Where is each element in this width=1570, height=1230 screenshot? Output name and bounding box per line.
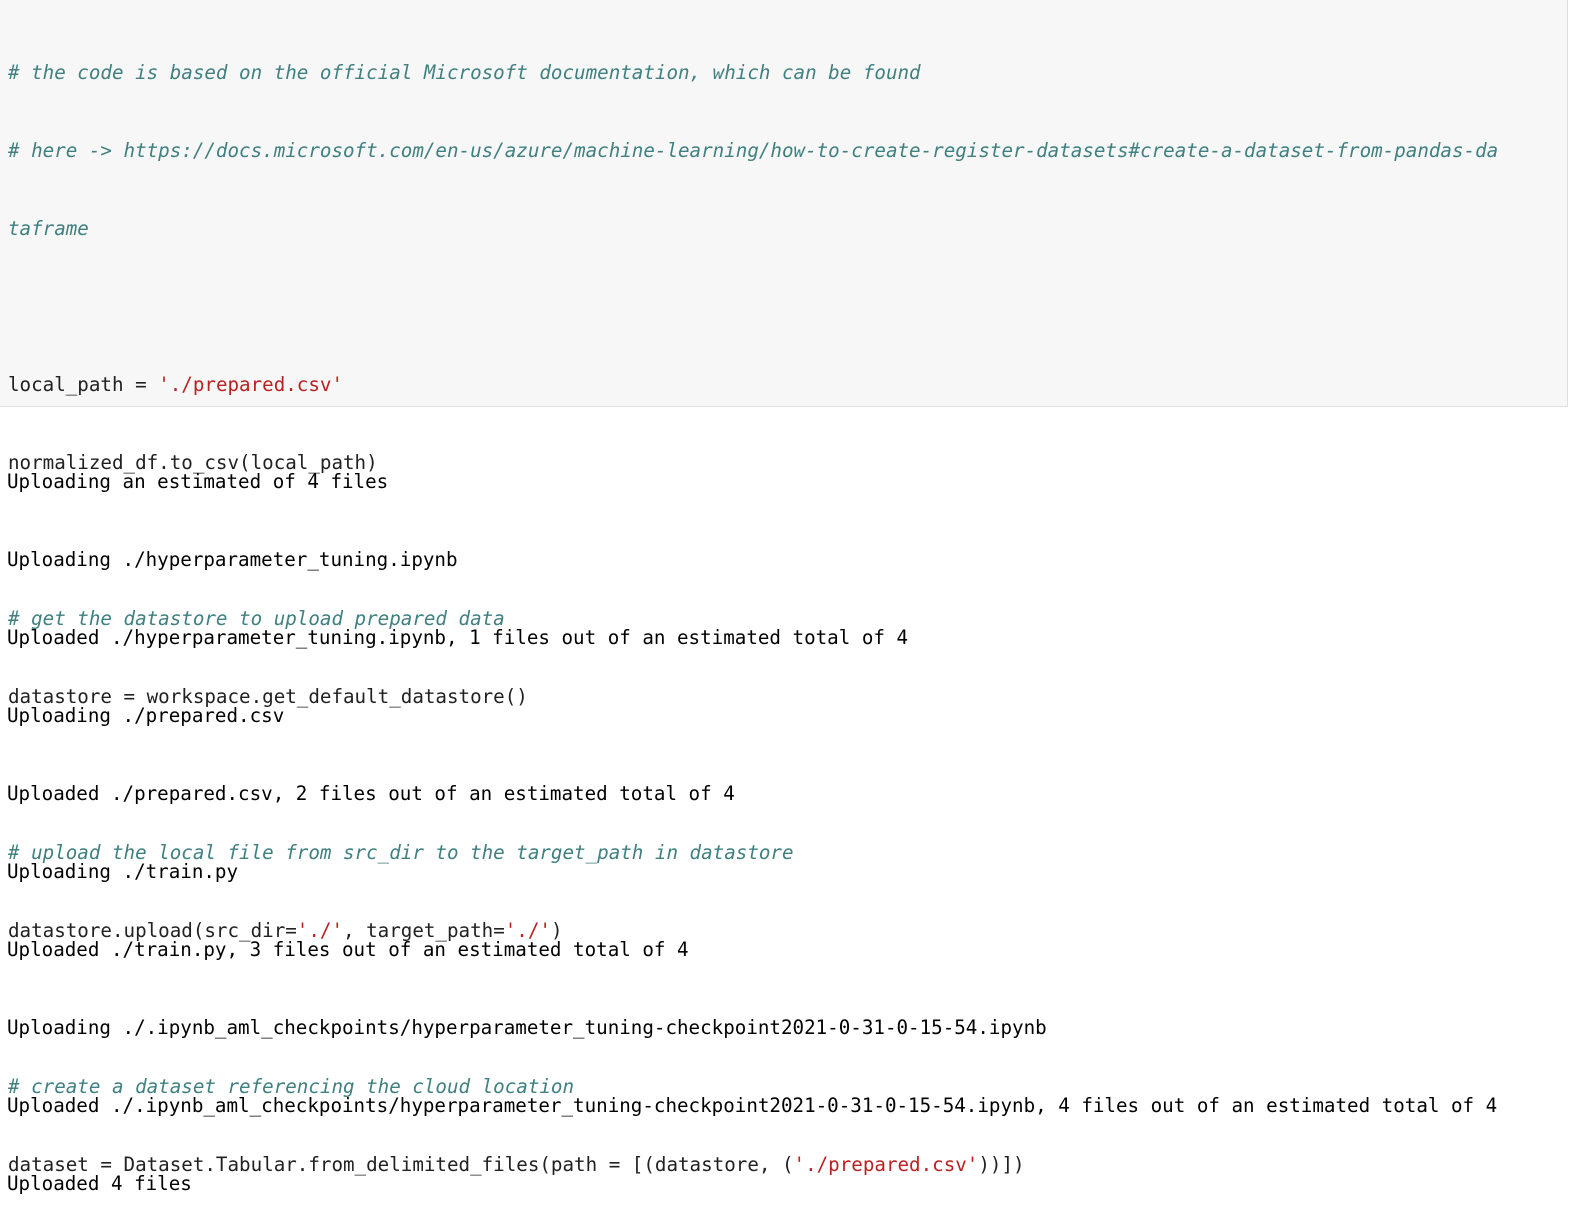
output-line: Uploading ./prepared.csv xyxy=(7,704,285,727)
output-line: Uploading ./.ipynb_aml_checkpoints/hyper… xyxy=(7,1016,1047,1039)
string-literal: './prepared.csv' xyxy=(158,373,344,396)
output-line: Uploading an estimated of 4 files xyxy=(7,470,389,493)
output-line: Uploaded 4 files xyxy=(7,1172,192,1195)
code-comment-line: # the code is based on the official Micr… xyxy=(8,61,921,84)
output-line: Uploaded ./hyperparameter_tuning.ipynb, … xyxy=(7,626,909,649)
cell-output: Uploading an estimated of 4 files Upload… xyxy=(7,417,1497,1223)
code-token: local_path = xyxy=(8,373,159,396)
code-comment-line: # here -> https://docs.microsoft.com/en-… xyxy=(8,139,1499,162)
output-line: Uploaded ./prepared.csv, 2 files out of … xyxy=(7,782,735,805)
output-line: Uploading ./hyperparameter_tuning.ipynb xyxy=(7,548,458,571)
code-line-local-path: local_path = './prepared.csv' xyxy=(8,372,1498,398)
output-line: Uploaded ./train.py, 3 files out of an e… xyxy=(7,938,689,961)
code-cell-input[interactable]: # the code is based on the official Micr… xyxy=(0,0,1568,1176)
output-line: Uploaded ./.ipynb_aml_checkpoints/hyperp… xyxy=(7,1094,1498,1117)
code-comment-line: taframe xyxy=(8,217,89,240)
output-line: Uploading ./train.py xyxy=(7,860,239,883)
